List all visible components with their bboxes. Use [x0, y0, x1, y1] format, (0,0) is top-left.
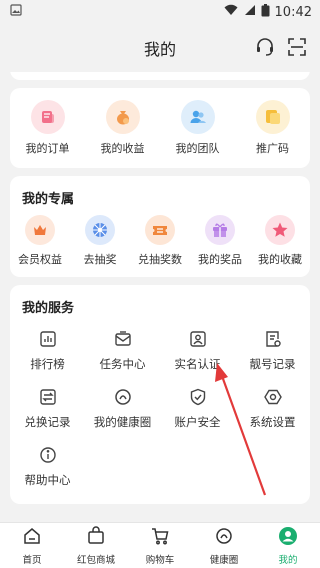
exchange-icon	[37, 386, 59, 408]
image-notification-icon	[10, 4, 22, 20]
services-item-label: 实名认证	[174, 357, 221, 371]
services-item-label: 排行榜	[30, 357, 65, 371]
orders-item[interactable]: 我的团队	[160, 100, 235, 156]
nav-item-profile[interactable]: 我的	[256, 526, 320, 566]
ticket-icon	[145, 215, 175, 245]
nav-item-shop-bag[interactable]: 红包商城	[64, 525, 128, 566]
home-icon	[22, 526, 42, 550]
battery-icon	[261, 3, 270, 21]
exclusive-card: 我的专属 会员权益 去抽奖 兑抽奖数 我的奖品 我的收藏	[10, 176, 310, 277]
settings-icon	[262, 386, 284, 408]
crown-icon	[25, 215, 55, 245]
star-icon	[265, 215, 295, 245]
id-verify-icon	[187, 328, 209, 350]
exclusive-item[interactable]: 我的奖品	[190, 215, 250, 267]
exclusive-item[interactable]: 会员权益	[10, 215, 70, 267]
nav-item-health-circle[interactable]: 健康圈	[192, 526, 256, 566]
services-item[interactable]: 靓号记录	[235, 328, 310, 372]
profile-icon	[278, 526, 298, 550]
services-item[interactable]: 实名认证	[160, 328, 235, 372]
services-item[interactable]: 我的健康圈	[85, 386, 160, 430]
services-item-label: 兑换记录	[24, 415, 71, 429]
services-spacer	[235, 444, 310, 488]
health-circle-icon	[214, 526, 234, 550]
shield-icon	[187, 386, 209, 408]
nav-item-home[interactable]: 首页	[0, 526, 64, 566]
bottom-nav: 首页 红包商城 购物车 健康圈 我的	[0, 522, 320, 568]
services-row: 兑换记录 我的健康圈 账户安全 系统设置	[10, 386, 310, 430]
services-item[interactable]: 帮助中心	[10, 444, 85, 488]
services-item[interactable]: 任务中心	[85, 328, 160, 372]
orders-item-label: 推广码	[256, 142, 289, 155]
exclusive-item-label: 会员权益	[18, 253, 62, 266]
orders-item[interactable]: 我的订单	[10, 100, 85, 156]
team-icon	[180, 100, 215, 134]
services-item[interactable]: 兑换记录	[10, 386, 85, 430]
services-spacer	[160, 444, 235, 488]
services-item-label: 系统设置	[249, 415, 296, 429]
lottery-wheel-icon	[85, 215, 115, 245]
services-row: 排行榜 任务中心 实名认证 靓号记录	[10, 328, 310, 372]
services-item[interactable]: 系统设置	[235, 386, 310, 430]
services-item-label: 靓号记录	[249, 357, 296, 371]
nav-label: 健康圈	[209, 554, 239, 566]
exclusive-item-label: 我的收藏	[258, 253, 302, 266]
health-circle-icon	[112, 386, 134, 408]
gift-icon	[205, 215, 235, 245]
services-item[interactable]: 账户安全	[160, 386, 235, 430]
exclusive-item-label: 兑抽奖数	[138, 253, 182, 266]
services-item-label: 账户安全	[174, 415, 221, 429]
wifi-icon	[224, 4, 238, 20]
nav-label: 购物车	[145, 554, 175, 566]
exclusive-item[interactable]: 兑抽奖数	[130, 215, 190, 267]
task-mail-icon	[112, 328, 134, 350]
exclusive-item-label: 我的奖品	[198, 253, 242, 266]
services-row: 帮助中心	[10, 444, 310, 488]
services-item-label: 帮助中心	[24, 473, 71, 487]
services-title: 我的服务	[22, 301, 75, 316]
services-item[interactable]: 排行榜	[10, 328, 85, 372]
services-card: 我的服务 排行榜 任务中心 实名认证 靓号记录兑换记录 我的健康圈 账户安全 系统设置帮助中…	[10, 285, 310, 504]
nav-item-cart[interactable]: 购物车	[128, 526, 192, 566]
orders-card: 我的订单 我的收益 我的团队 推广码	[10, 88, 310, 168]
promo-code-icon	[255, 100, 290, 134]
help-icon	[37, 444, 59, 466]
orders-item[interactable]: 我的收益	[85, 100, 160, 156]
orders-item-label: 我的收益	[100, 142, 145, 155]
exclusive-item[interactable]: 去抽奖	[70, 215, 130, 267]
status-time: 10:42	[274, 4, 312, 20]
shop-bag-icon	[86, 525, 106, 550]
services-item-label: 任务中心	[99, 357, 146, 371]
services-spacer	[85, 444, 160, 488]
orders-item-label: 我的团队	[175, 142, 220, 155]
nav-label: 首页	[22, 554, 42, 566]
exclusive-item-label: 去抽奖	[83, 253, 117, 266]
signal-icon	[243, 4, 256, 20]
cart-icon	[150, 526, 170, 550]
orders-item-label: 我的订单	[25, 142, 70, 155]
number-record-icon	[262, 328, 284, 350]
scan-icon[interactable]	[286, 36, 308, 58]
exclusive-title: 我的专属	[22, 192, 75, 207]
customer-service-icon[interactable]	[254, 36, 276, 58]
page-title: 我的	[143, 40, 176, 59]
nav-label: 红包商城	[76, 554, 115, 566]
order-icon	[30, 100, 65, 134]
services-item-label: 我的健康圈	[93, 415, 152, 429]
nav-label: 我的	[278, 554, 298, 566]
orders-item[interactable]: 推广码	[235, 100, 310, 156]
money-bag-icon	[105, 100, 140, 134]
exclusive-item[interactable]: 我的收藏	[250, 215, 310, 267]
page-header: 我的	[0, 24, 320, 72]
status-bar: 10:42	[0, 0, 320, 24]
ranking-icon	[37, 328, 59, 350]
